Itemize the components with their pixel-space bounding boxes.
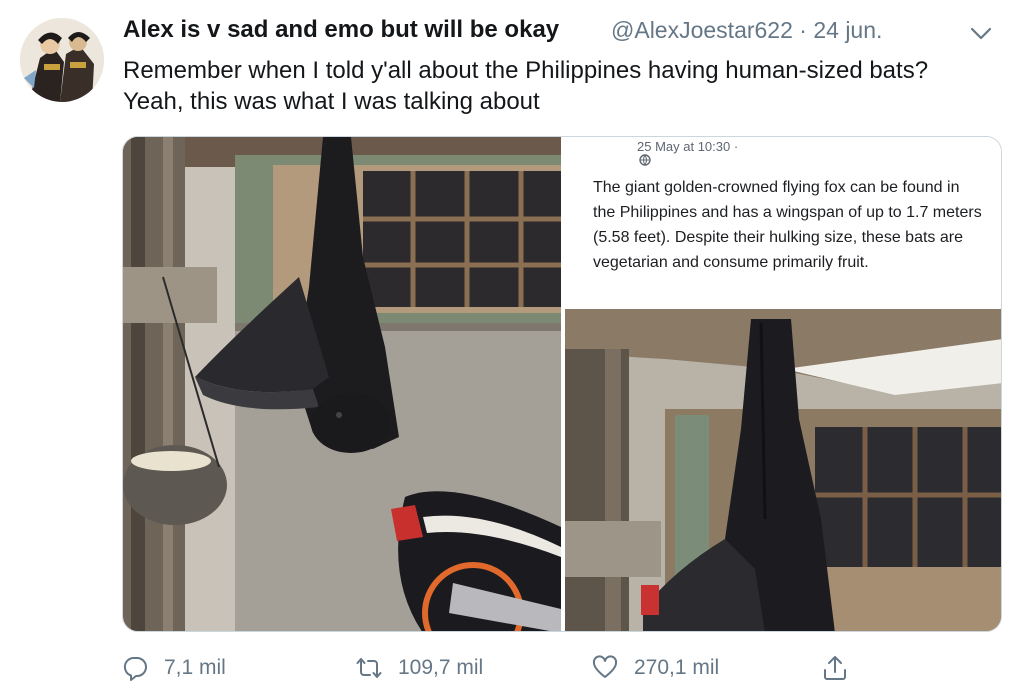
caption-meta: 25 May at 10:30 ·: [637, 139, 738, 166]
globe-icon: [639, 154, 651, 166]
reply-button[interactable]: 7,1 mil: [122, 648, 226, 688]
caption-text: The giant golden-crowned flying fox can …: [593, 179, 982, 271]
tweet-date[interactable]: 24 jun.: [813, 17, 882, 43]
caption-photo: [565, 309, 1001, 631]
retweet-button[interactable]: 109,7 mil: [356, 648, 483, 688]
reply-icon: [123, 657, 147, 681]
caption-date: 25 May at 10:30 ·: [637, 139, 739, 154]
retweet-count: 109,7 mil: [398, 656, 484, 679]
retweet-icon: [356, 658, 382, 678]
bat-photo-left[interactable]: [123, 137, 561, 631]
tweet-header: Alex is v sad and emo but will be okay @…: [123, 16, 1004, 50]
caption-card: 25 May at 10:30 · The giant golden-crown…: [565, 137, 1001, 309]
meta-separator: ·: [799, 17, 807, 43]
bat-photo-right[interactable]: 25 May at 10:30 · The giant golden-crown…: [565, 137, 1001, 631]
photo: [565, 309, 1001, 631]
like-count: 270,1 mil: [634, 656, 720, 679]
tweet-text: Remember when I told y'all about the Phi…: [123, 57, 929, 115]
tweet-actions: 7,1 mil 109,7 mil 270,1 mil: [122, 648, 882, 688]
tweet-media[interactable]: 25 May at 10:30 · The giant golden-crown…: [122, 136, 1002, 632]
heart-icon: [592, 655, 618, 678]
tweet-meta: @AlexJoestar622 · 24 jun.: [611, 17, 882, 44]
like-button[interactable]: 270,1 mil: [592, 648, 719, 688]
chevron-down-icon[interactable]: [968, 22, 994, 44]
avatar-image: [20, 18, 104, 102]
share-button[interactable]: [822, 648, 864, 688]
avatar[interactable]: [20, 18, 104, 102]
reply-count: 7,1 mil: [164, 656, 226, 679]
photo: [123, 137, 561, 631]
share-icon: [824, 656, 846, 680]
user-handle[interactable]: @AlexJoestar622: [611, 17, 793, 43]
display-name[interactable]: Alex is v sad and emo but will be okay: [123, 16, 559, 44]
